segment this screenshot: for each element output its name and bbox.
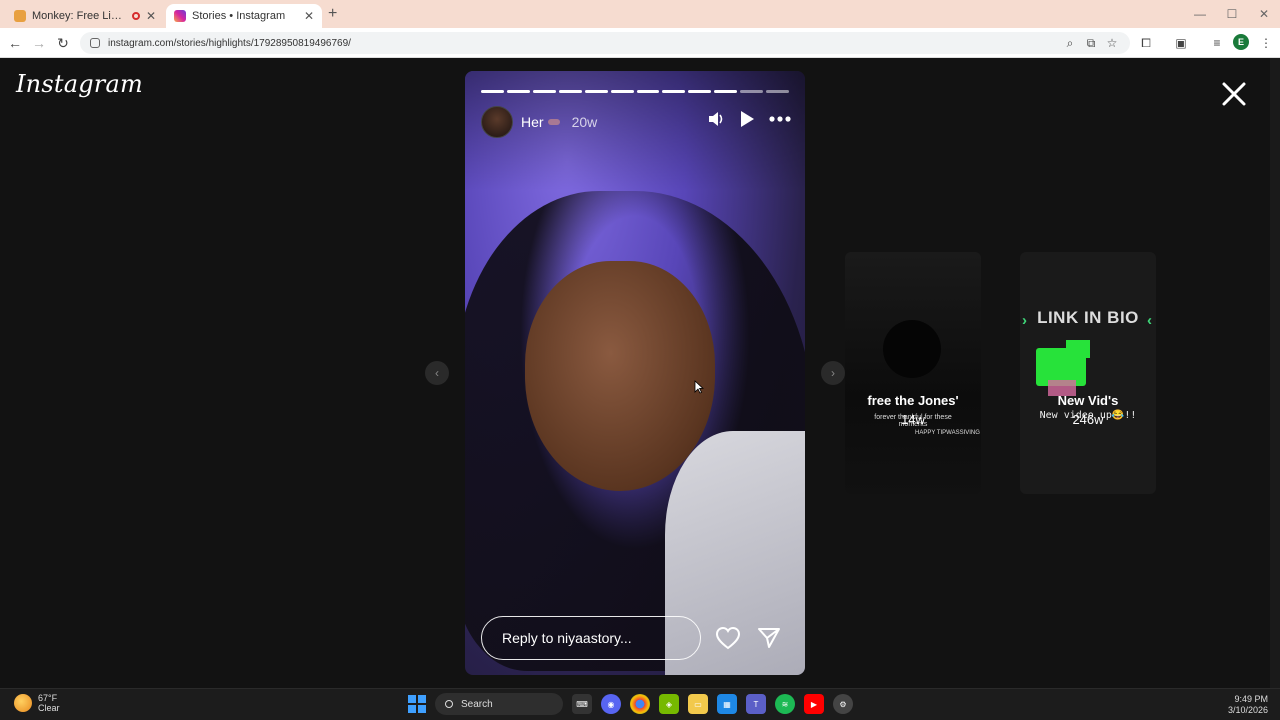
story-image-face (525, 261, 715, 491)
next-story-icon[interactable]: › (821, 361, 845, 385)
preview-banner: LINK IN BIO (1037, 308, 1139, 327)
highlight-preview-1[interactable]: forever thankful for these moments HAPPY… (845, 252, 981, 494)
story-viewer[interactable]: Her 20w Reply to niyaastory... (465, 71, 805, 675)
weather-desc: Clear (38, 703, 60, 713)
story-controls (707, 110, 791, 128)
photos-app-icon[interactable]: ▦ (717, 694, 737, 714)
progress-segment (636, 90, 660, 93)
arrow-left-icon: ‹ (1147, 312, 1152, 329)
story-progress-bar (481, 90, 790, 93)
mouse-cursor-icon (694, 380, 704, 394)
volume-icon[interactable] (707, 110, 725, 128)
progress-segment (662, 90, 686, 93)
profile-avatar[interactable]: E (1233, 34, 1249, 50)
reply-input[interactable]: Reply to niyaastory... (481, 616, 701, 660)
search-icon (445, 700, 453, 708)
close-tab-icon[interactable]: ✕ (146, 9, 156, 23)
site-info-icon[interactable] (90, 38, 100, 48)
close-tab-icon[interactable]: ✕ (304, 9, 314, 23)
youtube-app-icon[interactable]: ▶ (804, 694, 824, 714)
taskbar-search[interactable]: Search (435, 693, 563, 715)
start-menu-icon[interactable] (408, 695, 426, 713)
settings-app-icon[interactable]: ⚙ (833, 694, 853, 714)
instagram-favicon-icon (174, 10, 186, 22)
forward-icon[interactable]: → (30, 34, 48, 52)
reload-icon[interactable]: ↻ (54, 34, 72, 52)
highlight-preview-2[interactable]: › LINK IN BIO ‹ New video up😂!! (1020, 252, 1156, 494)
send-icon[interactable] (757, 626, 781, 650)
preview-tag: HAPPY TIPWASSIVING (915, 430, 980, 436)
terminal-app-icon[interactable]: ⌨ (572, 694, 592, 714)
system-clock[interactable]: 9:49 PM 3/10/2026 (1228, 694, 1268, 716)
story-header: Her 20w (481, 106, 791, 138)
browser-tabbar: Monkey: Free Live Video Ch ✕ Stories • I… (0, 0, 1280, 28)
close-window-icon[interactable]: ✕ (1248, 7, 1280, 21)
cloud-emoji-icon (547, 119, 560, 125)
progress-segment (688, 90, 712, 93)
progress-segment (766, 90, 790, 93)
progress-segment (532, 90, 556, 93)
browser-toolbar: ← → ↻ instagram.com/stories/highlights/1… (0, 28, 1280, 58)
progress-segment (481, 90, 504, 93)
maximize-icon[interactable]: ☐ (1216, 7, 1248, 21)
preview-2-label: New Vid's (1057, 393, 1119, 408)
preview-avatar (883, 320, 941, 378)
nvidia-app-icon[interactable]: ◈ (659, 694, 679, 714)
discord-app-icon[interactable]: ◉ (601, 694, 621, 714)
window-controls: — ☐ ✕ (1184, 0, 1280, 28)
clock-time: 9:49 PM (1234, 694, 1268, 704)
clock-date: 3/10/2026 (1227, 705, 1268, 715)
tab-title: Stories • Instagram (192, 10, 286, 22)
more-options-icon[interactable] (769, 116, 791, 122)
url-text: instagram.com/stories/highlights/1792895… (108, 37, 351, 49)
story-avatar[interactable] (481, 106, 513, 138)
spotify-app-icon[interactable]: ≋ (775, 694, 795, 714)
minimize-icon[interactable]: — (1184, 7, 1216, 21)
close-stories-icon[interactable] (1220, 80, 1248, 108)
address-bar[interactable]: instagram.com/stories/highlights/1792895… (80, 32, 1130, 54)
back-icon[interactable]: ← (6, 34, 24, 52)
taskbar-apps: Search ⌨ ◉ ◈ ▭ ▦ T ≋ ▶ ⚙ (408, 693, 853, 715)
progress-segment (610, 90, 634, 93)
weather-widget[interactable]: 67°F Clear (14, 693, 60, 713)
search-label: Search (461, 698, 493, 710)
recording-icon (131, 12, 140, 20)
extensions-icon[interactable]: ⧠ (1138, 35, 1154, 51)
page-scrollbar[interactable] (1270, 58, 1280, 688)
preview-1-time-ago: 14w (901, 412, 925, 427)
story-time-ago: 20w (571, 114, 598, 130)
progress-segment (558, 90, 582, 93)
file-explorer-icon[interactable]: ▭ (688, 694, 708, 714)
progress-segment (584, 90, 608, 93)
zoom-icon[interactable]: ⌕ (1062, 35, 1078, 51)
install-app-icon[interactable]: ⧉ (1083, 35, 1099, 51)
monkey-favicon-icon (14, 10, 26, 22)
story-username[interactable]: Her (521, 114, 544, 130)
tab-instagram[interactable]: Stories • Instagram ✕ (166, 4, 322, 28)
preview-2-time-ago: 246w (1072, 412, 1104, 427)
like-heart-icon[interactable] (715, 626, 741, 650)
previous-story-icon[interactable]: ‹ (425, 361, 449, 385)
split-view-icon[interactable]: ▣ (1173, 35, 1189, 51)
instagram-logo[interactable]: Instagram (16, 70, 143, 98)
progress-segment (506, 90, 530, 93)
menu-icon[interactable]: ⋮ (1258, 35, 1274, 51)
instagram-stories-page: Instagram ‹ › Her 20w Reply to niyaastor… (0, 58, 1270, 688)
progress-segment (740, 90, 764, 93)
teams-app-icon[interactable]: T (746, 694, 766, 714)
tab-monkey[interactable]: Monkey: Free Live Video Ch ✕ (6, 4, 164, 28)
weather-temp: 67°F (38, 693, 58, 703)
preview-1-label: free the Jones' (867, 393, 959, 408)
play-icon[interactable] (739, 110, 755, 128)
chrome-app-icon[interactable] (630, 694, 650, 714)
media-controls-icon[interactable]: ≡ (1209, 35, 1225, 51)
new-tab-icon[interactable]: + (328, 5, 337, 23)
tab-title: Monkey: Free Live Video Ch (32, 10, 126, 22)
bookmark-star-icon[interactable]: ☆ (1104, 35, 1120, 51)
windows-taskbar: 67°F Clear Search ⌨ ◉ ◈ ▭ ▦ T ≋ ▶ ⚙ 9:49… (0, 688, 1280, 720)
progress-segment (714, 90, 738, 93)
weather-icon (14, 694, 32, 712)
